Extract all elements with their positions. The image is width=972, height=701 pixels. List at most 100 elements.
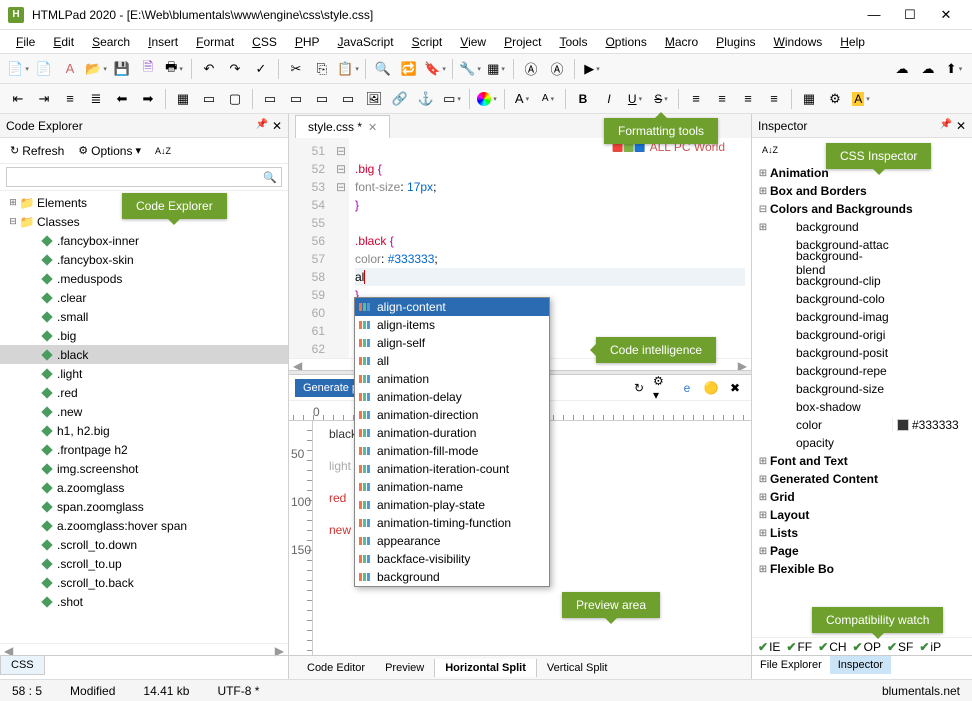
scroll-left-icon[interactable]: ◀ bbox=[4, 644, 13, 655]
run-icon[interactable]: ▶ bbox=[580, 57, 604, 81]
table-icon[interactable]: ▦ bbox=[171, 87, 195, 111]
autocomplete-item[interactable]: animation-delay bbox=[355, 388, 549, 406]
inspector-category[interactable]: ⊞Flexible Bo bbox=[754, 560, 970, 578]
sort-button[interactable]: A↓Z bbox=[151, 144, 175, 158]
save-icon[interactable]: 💾 bbox=[110, 57, 134, 81]
save-all-icon[interactable]: 🗎 bbox=[136, 57, 160, 81]
autocomplete-item[interactable]: animation-direction bbox=[355, 406, 549, 424]
print-icon[interactable]: 🖶 bbox=[162, 57, 186, 81]
class-tree[interactable]: ⊞📁Elements⊟📁Classes.fancybox-inner.fancy… bbox=[0, 191, 288, 643]
menu-macro[interactable]: Macro bbox=[657, 32, 706, 52]
tree-item[interactable]: .meduspods bbox=[0, 269, 288, 288]
inspector-property[interactable]: background-blend bbox=[754, 254, 970, 272]
spellcheck-icon[interactable]: ✓ bbox=[249, 57, 273, 81]
inspector-category[interactable]: ⊟Colors and Backgrounds bbox=[754, 200, 970, 218]
menu-windows[interactable]: Windows bbox=[766, 32, 831, 52]
tree-item[interactable]: .fancybox-skin bbox=[0, 250, 288, 269]
cut-icon[interactable]: ✂ bbox=[284, 57, 308, 81]
span-icon[interactable]: ▭ bbox=[284, 87, 308, 111]
link-icon[interactable]: 🔗 bbox=[388, 87, 412, 111]
align-center-icon[interactable]: ≡ bbox=[710, 87, 734, 111]
tree-item[interactable]: span.zoomglass bbox=[0, 497, 288, 516]
new-template-icon[interactable]: A bbox=[58, 57, 82, 81]
inspector-property[interactable]: box-shadow bbox=[754, 398, 970, 416]
menu-script[interactable]: Script bbox=[404, 32, 451, 52]
tree-item[interactable]: .frontpage h2 bbox=[0, 440, 288, 459]
font-inc-icon[interactable]: A bbox=[510, 87, 534, 111]
menu-search[interactable]: Search bbox=[84, 32, 138, 52]
marker1-icon[interactable]: Ⓐ bbox=[519, 57, 543, 81]
inspector-category[interactable]: ⊞Layout bbox=[754, 506, 970, 524]
tree-item[interactable]: .small bbox=[0, 307, 288, 326]
maximize-button[interactable]: ☐ bbox=[892, 1, 928, 29]
autocomplete-item[interactable]: align-content bbox=[355, 298, 549, 316]
div-icon[interactable]: ▭ bbox=[258, 87, 282, 111]
tree-item[interactable]: .new bbox=[0, 402, 288, 421]
tree-item[interactable]: .light bbox=[0, 364, 288, 383]
inspector-property[interactable]: background-colo bbox=[754, 290, 970, 308]
inspector-category[interactable]: ⊞Page bbox=[754, 542, 970, 560]
tree-item[interactable]: a.zoomglass:hover span bbox=[0, 516, 288, 535]
autocomplete-item[interactable]: animation-iteration-count bbox=[355, 460, 549, 478]
font-dec-icon[interactable]: A bbox=[536, 87, 560, 111]
right-tab-file-explorer[interactable]: File Explorer bbox=[752, 656, 830, 674]
inspector-category[interactable]: ⊞Generated Content bbox=[754, 470, 970, 488]
outdent-icon[interactable]: ⬅ bbox=[110, 87, 134, 111]
autocomplete-item[interactable]: animation-play-state bbox=[355, 496, 549, 514]
cloud-up-icon[interactable]: ☁ bbox=[890, 57, 914, 81]
inspector-category[interactable]: ⊞Box and Borders bbox=[754, 182, 970, 200]
align-right-icon[interactable]: ≡ bbox=[736, 87, 760, 111]
marker2-icon[interactable]: Ⓐ bbox=[545, 57, 569, 81]
autocomplete-item[interactable]: animation-name bbox=[355, 478, 549, 496]
row-icon[interactable]: ▭ bbox=[197, 87, 221, 111]
anchor-icon[interactable]: ⚓ bbox=[414, 87, 438, 111]
grid-icon[interactable]: ▦ bbox=[484, 57, 508, 81]
list-ol-icon[interactable]: ≣ bbox=[84, 87, 108, 111]
inspector-property[interactable]: background-size bbox=[754, 380, 970, 398]
tree-item[interactable]: img.screenshot bbox=[0, 459, 288, 478]
tree-item[interactable]: .scroll_to.back bbox=[0, 573, 288, 592]
view-tab-horizontal-split[interactable]: Horizontal Split bbox=[434, 659, 537, 677]
color-picker-icon[interactable] bbox=[475, 87, 499, 111]
hscroll-right-icon[interactable]: ▶ bbox=[738, 359, 747, 370]
tools-icon[interactable]: 🔧 bbox=[458, 57, 482, 81]
pv-gear-icon[interactable]: ⚙ ▾ bbox=[653, 378, 673, 398]
tree-item[interactable]: .fancybox-inner bbox=[0, 231, 288, 250]
menu-project[interactable]: Project bbox=[496, 32, 549, 52]
inspector-sort-button[interactable]: A↓Z bbox=[758, 143, 782, 157]
pv-close-icon[interactable]: ✖ bbox=[725, 378, 745, 398]
tag-icon[interactable]: ⚙ bbox=[823, 87, 847, 111]
hscroll-left-icon[interactable]: ◀ bbox=[293, 359, 302, 370]
copy-icon[interactable]: ⎘ bbox=[310, 57, 334, 81]
redo-icon[interactable]: ↷ bbox=[223, 57, 247, 81]
search-icon[interactable]: 🔍 bbox=[263, 171, 277, 184]
autocomplete-item[interactable]: animation-duration bbox=[355, 424, 549, 442]
menu-tools[interactable]: Tools bbox=[551, 32, 595, 52]
inspector-category[interactable]: ⊞Grid bbox=[754, 488, 970, 506]
menu-edit[interactable]: Edit bbox=[45, 32, 82, 52]
bookmark-icon[interactable]: 🔖 bbox=[423, 57, 447, 81]
replace-icon[interactable]: 🔁 bbox=[397, 57, 421, 81]
tree-item[interactable]: .clear bbox=[0, 288, 288, 307]
menu-plugins[interactable]: Plugins bbox=[708, 32, 763, 52]
inspector-close-icon[interactable]: ✕ bbox=[956, 119, 966, 133]
align-justify-icon[interactable]: ≡ bbox=[762, 87, 786, 111]
inspector-property[interactable]: ⊞background bbox=[754, 218, 970, 236]
menu-css[interactable]: CSS bbox=[244, 32, 285, 52]
bold-icon[interactable]: B bbox=[571, 87, 595, 111]
inspector-property[interactable]: background-posit bbox=[754, 344, 970, 362]
inspector-category[interactable]: ⊞Font and Text bbox=[754, 452, 970, 470]
scroll-right-icon[interactable]: ▶ bbox=[275, 644, 284, 655]
tree-item[interactable]: .shot bbox=[0, 592, 288, 611]
autocomplete-item[interactable]: align-self bbox=[355, 334, 549, 352]
tree-item[interactable]: a.zoomglass bbox=[0, 478, 288, 497]
input-icon[interactable]: ▭ bbox=[336, 87, 360, 111]
undo-icon[interactable]: ↶ bbox=[197, 57, 221, 81]
view-tab-preview[interactable]: Preview bbox=[375, 659, 434, 677]
indent-right-icon[interactable]: ⇥ bbox=[32, 87, 56, 111]
inspector-category[interactable]: ⊞Lists bbox=[754, 524, 970, 542]
cloud-down-icon[interactable]: ☁ bbox=[916, 57, 940, 81]
inspector-pin-icon[interactable]: 📌 bbox=[939, 119, 951, 133]
paste-icon[interactable]: 📋 bbox=[336, 57, 360, 81]
right-tab-inspector[interactable]: Inspector bbox=[830, 656, 891, 674]
